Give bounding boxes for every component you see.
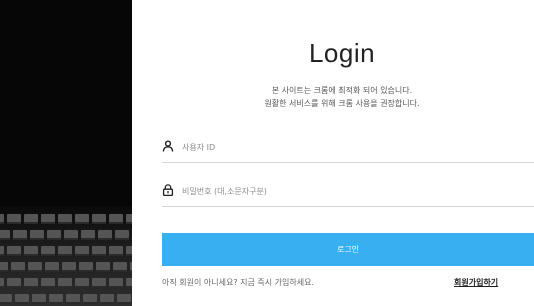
keyboard-photo (0, 206, 132, 306)
signup-link[interactable]: 회원가입하기 (454, 277, 498, 288)
notice-line: 원활한 서비스를 위해 크롬 사용을 권장합니다. (264, 99, 420, 108)
keyboard-row (0, 278, 132, 290)
background-photo-panel (0, 0, 132, 306)
user-icon (162, 140, 174, 152)
user-id-input[interactable] (182, 137, 522, 157)
keyboard-row (0, 214, 132, 226)
password-input[interactable] (182, 181, 522, 201)
user-id-field (162, 134, 534, 163)
keyboard-row (0, 262, 132, 274)
keyboard-row (0, 246, 132, 258)
notice-line: 본 사이트는 크롬에 최적화 되어 있습니다. (271, 86, 413, 95)
login-button[interactable]: 로그인 (162, 233, 534, 266)
keyboard-row (0, 294, 132, 306)
password-field (162, 178, 534, 207)
login-panel: Login 본 사이트는 크롬에 최적화 되어 있습니다. 원활한 서비스를 위… (132, 0, 534, 306)
page-title: Login (308, 38, 376, 68)
browser-notice: 본 사이트는 크롬에 최적화 되어 있습니다. 원활한 서비스를 위해 크롬 사… (132, 84, 534, 110)
lock-icon (162, 184, 174, 196)
signup-prompt: 아직 회원이 아니세요? 지금 즉시 가입하세요. (162, 278, 314, 287)
keyboard-row (0, 230, 132, 242)
